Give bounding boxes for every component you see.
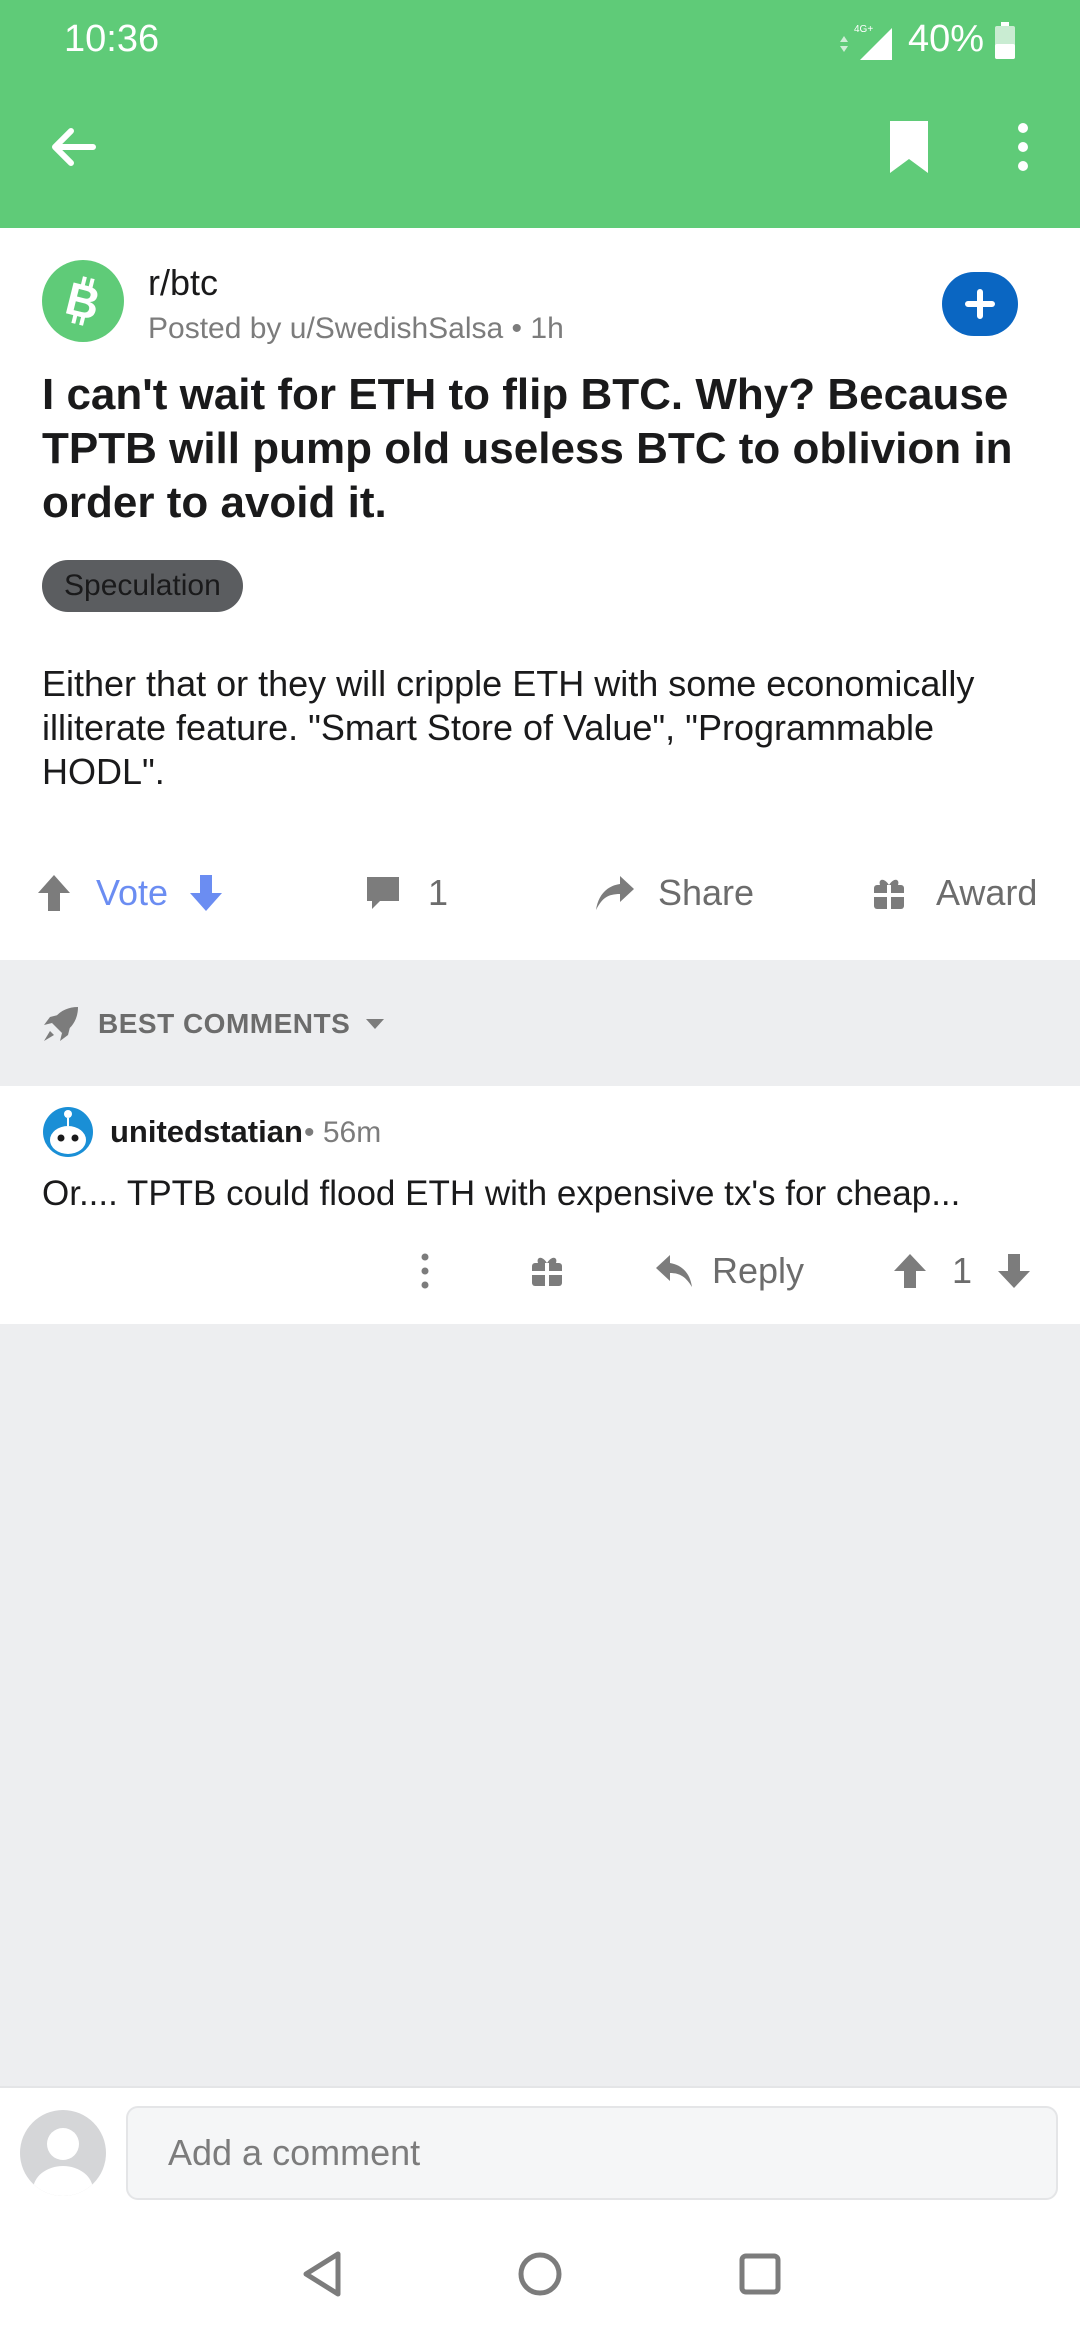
gift-icon xyxy=(874,879,904,909)
circle-home-icon xyxy=(518,2252,562,2296)
user-avatar[interactable] xyxy=(20,2110,106,2196)
award-label: Award xyxy=(936,872,1038,913)
comment-actions: Reply 1 xyxy=(0,1236,1080,1306)
sort-label: BEST COMMENTS xyxy=(98,1008,351,1039)
more-options-button[interactable] xyxy=(986,110,1060,184)
system-back-button[interactable] xyxy=(292,2244,352,2304)
upvote-icon[interactable] xyxy=(36,873,72,913)
comment-award-button[interactable] xyxy=(530,1236,564,1306)
reply-button[interactable]: Reply xyxy=(654,1236,804,1306)
award-button[interactable]: Award xyxy=(872,848,1037,938)
bitcoin-icon: B xyxy=(61,273,106,329)
comment-author[interactable]: unitedstatian xyxy=(110,1114,303,1150)
triangle-back-icon xyxy=(303,2251,341,2297)
post-body: Either that or they will cripple ETH wit… xyxy=(42,663,975,792)
system-home-button[interactable] xyxy=(510,2244,570,2304)
system-navigation-bar xyxy=(0,2210,1080,2340)
downvote-icon[interactable] xyxy=(188,873,224,913)
downvote-icon[interactable] xyxy=(996,1252,1032,1290)
back-arrow-icon xyxy=(52,128,96,166)
more-vertical-icon xyxy=(1018,123,1028,171)
system-recents-button[interactable] xyxy=(730,2244,790,2304)
rocket-icon xyxy=(44,1007,78,1041)
comments-button[interactable]: 1 xyxy=(364,848,448,938)
comment-count: 1 xyxy=(428,872,449,913)
plus-icon xyxy=(965,289,995,319)
battery-percent: 40% xyxy=(908,18,985,60)
comment-time: • 56m xyxy=(304,1116,382,1149)
subreddit-name[interactable]: r/btc xyxy=(148,262,218,304)
post-meta[interactable]: Posted by u/SwedishSalsa • 1h xyxy=(148,312,564,346)
user-silhouette-icon xyxy=(33,2128,93,2196)
share-button[interactable]: Share xyxy=(594,848,754,938)
share-label: Share xyxy=(658,872,755,913)
post-actions: Vote 1 Share Award xyxy=(0,848,1080,938)
network-type-label: 4G+ xyxy=(854,24,873,35)
post-card: B r/btc Posted by u/SwedishSalsa • 1h I … xyxy=(0,228,1080,960)
comment-item: unitedstatian • 56m Or.... TPTB could fl… xyxy=(0,1086,1080,1324)
comment-text: Or.... TPTB could flood ETH with expensi… xyxy=(42,1174,961,1213)
upvote-icon[interactable] xyxy=(892,1252,928,1290)
add-comment-bar xyxy=(0,2086,1080,2210)
signal-4g-icon: 4G+ xyxy=(840,24,892,60)
comments-sort-bar: BEST COMMENTS xyxy=(0,960,1080,1086)
app-header-background: 10:36 4G+ 40% xyxy=(0,0,1080,228)
share-icon xyxy=(596,876,634,910)
vote-label: Vote xyxy=(96,872,169,913)
status-time: 10:36 xyxy=(64,18,160,60)
comment-vote-group: 1 xyxy=(892,1236,1032,1306)
status-bar: 10:36 4G+ 40% xyxy=(0,0,1080,80)
join-subreddit-button[interactable] xyxy=(942,272,1018,336)
add-comment-input[interactable] xyxy=(126,2106,1058,2200)
reply-icon xyxy=(656,1255,692,1287)
bookmark-button[interactable] xyxy=(872,110,946,184)
post-title: I can't wait for ETH to flip BTC. Why? B… xyxy=(42,370,1013,527)
comment-icon xyxy=(367,877,399,909)
commenter-avatar[interactable] xyxy=(42,1106,94,1158)
more-vertical-icon xyxy=(421,1253,429,1289)
comment-score: 1 xyxy=(952,1250,973,1291)
caret-down-icon xyxy=(366,1019,385,1029)
subreddit-avatar[interactable]: B xyxy=(42,260,124,342)
post-flair[interactable]: Speculation xyxy=(42,560,243,612)
sort-comments-dropdown[interactable]: BEST COMMENTS xyxy=(42,1004,386,1044)
post-toolbar xyxy=(0,80,1080,228)
bookmark-icon xyxy=(890,121,928,173)
back-button[interactable] xyxy=(36,110,110,184)
reply-label: Reply xyxy=(712,1250,805,1291)
snoo-avatar-icon xyxy=(43,1107,93,1157)
comment-more-button[interactable] xyxy=(410,1236,440,1306)
gift-icon xyxy=(532,1257,562,1286)
battery-icon xyxy=(995,22,1015,59)
square-recents-icon xyxy=(739,2253,781,2295)
vote-group: Vote xyxy=(36,848,224,938)
